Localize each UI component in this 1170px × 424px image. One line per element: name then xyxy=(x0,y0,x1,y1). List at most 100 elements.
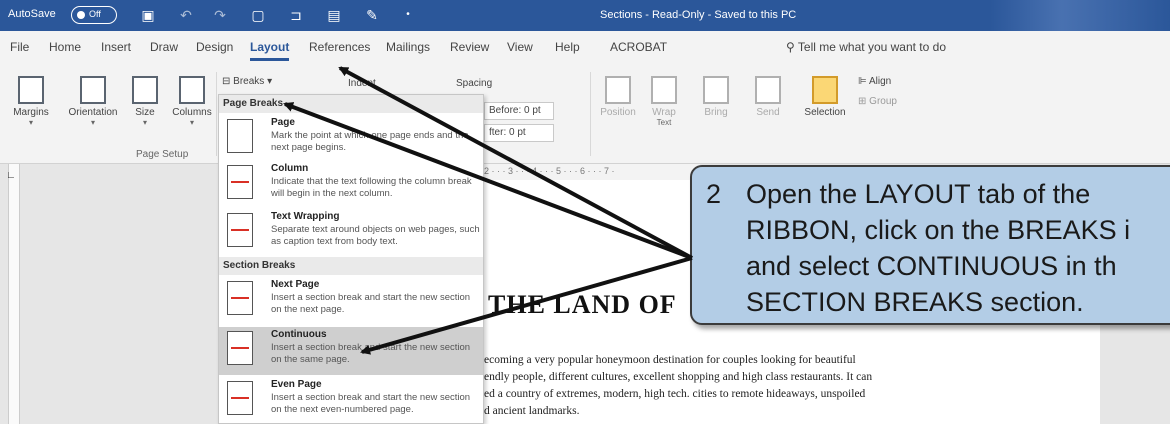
wrap-label: Wrap xyxy=(652,107,676,118)
menu-item-title: Column xyxy=(271,163,309,174)
document-title: Sections - Read-Only - Saved to this PC xyxy=(600,9,797,21)
wrap-sub-label: Text xyxy=(656,118,672,127)
orientation-label: Orientation xyxy=(68,107,118,118)
continuous-icon xyxy=(227,331,253,365)
menu-item-description: Insert a section break and start the new… xyxy=(271,392,471,415)
group-separator xyxy=(216,72,217,156)
autosave-toggle[interactable]: Off xyxy=(71,6,117,24)
edit-icon[interactable]: ✎ xyxy=(362,6,382,24)
size-chevron-icon: ▾ xyxy=(142,118,147,127)
breaks-icon: ⊟ xyxy=(222,76,231,87)
vertical-ruler: ∟ xyxy=(0,164,28,424)
wrap-text-icon xyxy=(651,76,677,104)
callout-line: RIBBON, click on the BREAKS i xyxy=(746,215,1131,245)
columns-button[interactable]: Columns ▾ xyxy=(168,76,216,127)
orientation-chevron-icon: ▾ xyxy=(90,118,95,127)
tab-references[interactable]: References xyxy=(309,40,370,54)
body-text-line: ed a country of extremes, modern, high t… xyxy=(484,388,866,400)
margins-button[interactable]: Margins ▾ xyxy=(6,76,56,127)
align-button[interactable]: ⊫ Align xyxy=(858,76,891,87)
title-bar: AutoSave Off ▣ ↶ ↷ ▢ ⊐ ▤ ✎ • Sections - … xyxy=(0,0,1170,31)
open-folder-icon[interactable]: ⊐ xyxy=(286,6,306,24)
tell-me-text: Tell me what you want to do xyxy=(797,40,946,54)
tab-selector-icon[interactable]: ∟ xyxy=(6,170,16,181)
spacing-before-field[interactable]: Before: 0 pt xyxy=(484,102,554,120)
orientation-icon xyxy=(80,76,106,104)
send-backward-icon xyxy=(755,76,781,104)
menu-item-title: Page xyxy=(271,117,295,128)
menu-item-continuous[interactable]: Continuous Insert a section break and st… xyxy=(219,327,483,375)
position-label: Position xyxy=(600,107,636,118)
position-button[interactable]: Position xyxy=(598,76,638,118)
page-breaks-header: Page Breaks xyxy=(219,95,483,113)
menu-item-even-page[interactable]: Even Page Insert a section break and sta… xyxy=(219,377,483,423)
bring-forward-button[interactable]: Bring xyxy=(698,76,734,118)
tell-me-search[interactable]: ⚲ Tell me what you want to do xyxy=(786,40,946,54)
group-label: Group xyxy=(869,96,897,107)
lightbulb-icon: ⚲ xyxy=(786,40,795,54)
tab-insert[interactable]: Insert xyxy=(101,40,131,54)
page-break-icon xyxy=(227,119,253,153)
send-backward-button[interactable]: Send xyxy=(750,76,786,118)
tab-review[interactable]: Review xyxy=(450,40,489,54)
tab-view[interactable]: View xyxy=(507,40,533,54)
page-setup-group-label: Page Setup xyxy=(136,149,189,160)
ribbon-tabs: File Home Insert Draw Design Layout Refe… xyxy=(0,31,1170,64)
spacing-after-field[interactable]: fter: 0 pt xyxy=(484,124,554,142)
tab-help[interactable]: Help xyxy=(555,40,580,54)
breaks-label: Breaks xyxy=(233,76,265,87)
body-text-line: d ancient landmarks. xyxy=(484,405,580,417)
autosave-state: Off xyxy=(89,9,101,19)
wrap-text-button[interactable]: Wrap Text xyxy=(646,76,682,127)
section-breaks-header: Section Breaks xyxy=(219,257,483,275)
align-label: Align xyxy=(868,76,892,87)
tab-acrobat[interactable]: ACROBAT xyxy=(610,40,667,54)
columns-chevron-icon: ▾ xyxy=(189,118,194,127)
autosave-label: AutoSave xyxy=(8,8,56,20)
margins-chevron-icon: ▾ xyxy=(28,118,33,127)
selection-pane-button[interactable]: Selection xyxy=(798,76,852,118)
print-preview-icon[interactable]: ▤ xyxy=(324,6,344,24)
breaks-button[interactable]: ⊟ Breaks ▾ xyxy=(222,76,282,94)
selection-pane-icon xyxy=(812,76,838,104)
tab-draw[interactable]: Draw xyxy=(150,40,178,54)
size-label: Size xyxy=(135,107,155,118)
menu-item-text-wrapping[interactable]: Text Wrapping Separate text around objec… xyxy=(219,209,483,255)
tab-design[interactable]: Design xyxy=(196,40,233,54)
new-document-icon[interactable]: ▢ xyxy=(248,6,268,24)
group-icon: ⊞ xyxy=(858,96,867,107)
document-heading: THE LAND OF xyxy=(488,290,677,319)
menu-item-title: Text Wrapping xyxy=(271,211,340,222)
save-icon[interactable]: ▣ xyxy=(138,6,158,24)
margins-label: Margins xyxy=(13,107,49,118)
orientation-button[interactable]: Orientation ▾ xyxy=(62,76,124,127)
send-label: Send xyxy=(756,107,780,118)
tab-layout[interactable]: Layout xyxy=(250,40,290,61)
spacing-label: Spacing xyxy=(456,78,493,89)
tab-mailings[interactable]: Mailings xyxy=(386,40,430,54)
toggle-dot-icon xyxy=(77,11,85,19)
menu-item-next-page[interactable]: Next Page Insert a section break and sta… xyxy=(219,277,483,325)
menu-item-description: Mark the point at which one page ends an… xyxy=(271,130,469,153)
columns-icon xyxy=(179,76,205,104)
bring-label: Bring xyxy=(704,107,728,118)
redo-icon[interactable]: ↷ xyxy=(210,6,230,24)
breaks-chevron-icon: ▾ xyxy=(267,76,273,87)
menu-item-column-break[interactable]: Column Indicate that the text following … xyxy=(219,161,483,207)
tab-file[interactable]: File xyxy=(10,40,29,54)
customize-toolbar-icon[interactable]: • xyxy=(398,6,418,24)
menu-item-title: Continuous xyxy=(271,329,327,340)
bring-forward-icon xyxy=(703,76,729,104)
tab-home[interactable]: Home xyxy=(49,40,81,54)
menu-item-page-break[interactable]: Page Mark the point at which one page en… xyxy=(219,115,483,159)
align-icon: ⊫ xyxy=(858,76,867,87)
group-button[interactable]: ⊞ Group xyxy=(858,96,897,107)
position-icon xyxy=(605,76,631,104)
body-text-line: endly people, different cultures, excell… xyxy=(484,371,873,383)
indent-label: Indent xyxy=(348,78,376,89)
margins-icon xyxy=(18,76,44,104)
undo-icon[interactable]: ↶ xyxy=(176,6,196,24)
callout-line: SECTION BREAKS section. xyxy=(746,287,1084,317)
menu-item-description: Insert a section break and start the new… xyxy=(271,342,471,365)
size-button[interactable]: Size ▾ xyxy=(128,76,162,127)
